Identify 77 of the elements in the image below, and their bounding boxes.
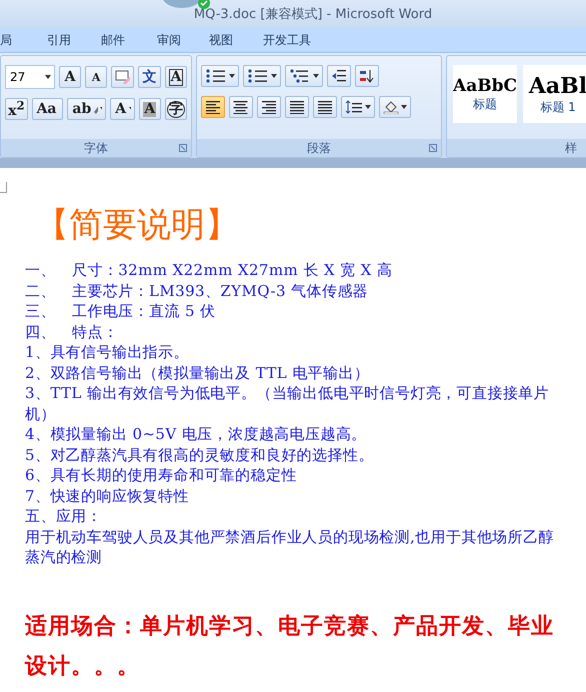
caret-icon xyxy=(313,74,319,78)
numbering-list-button[interactable] xyxy=(243,65,281,87)
align-icon xyxy=(317,100,333,114)
eraser-icon xyxy=(115,70,130,84)
grow-font-button[interactable]: A xyxy=(59,66,82,88)
list-item-text: 尺寸：32mm X22mm X27mm 长 X 宽 X 高 xyxy=(72,260,392,280)
font-size-field[interactable]: 27 xyxy=(5,65,56,89)
align-icon xyxy=(233,100,249,114)
multilevel-list-button[interactable] xyxy=(285,65,323,87)
ribbon-tab[interactable]: 视图 xyxy=(209,32,263,48)
line-spacing-icon xyxy=(345,100,363,114)
paragraph-text: 用于机动车驾驶人员及其他严禁酒后作业人员的现场检测,也用于其他场所乙醇蒸汽的检测 xyxy=(25,526,555,568)
dialog-launcher-icon[interactable] xyxy=(179,144,187,152)
style-gallery-item[interactable]: AaBbC 标题 xyxy=(453,65,517,123)
list-icon xyxy=(289,69,311,83)
align-icon xyxy=(289,100,305,114)
caret-icon xyxy=(229,74,235,78)
list-item-text: 工作电压：直流 5 伏 xyxy=(72,301,216,322)
group-label: 样 xyxy=(565,140,577,156)
paragraph-text: 3、TTL 输出有效信号为低电平。（当输出低电平时信号灯亮，可直接接单片机） xyxy=(25,383,550,424)
indent-icon xyxy=(331,69,347,83)
caret-icon xyxy=(271,74,277,78)
shading-button[interactable] xyxy=(379,96,411,118)
dialog-launcher-icon[interactable] xyxy=(429,144,437,152)
caret-icon xyxy=(45,75,52,79)
align-justify-button[interactable] xyxy=(285,96,309,118)
line-spacing-button[interactable] xyxy=(341,96,375,118)
group-label: 字体 xyxy=(84,140,108,156)
list-icon xyxy=(247,69,269,83)
paragraph-text: 7、快速的响应恢复特性 xyxy=(25,486,190,506)
highlight-button[interactable]: ab xyxy=(67,98,106,120)
window-title: MQ-3.doc [兼容模式] - Microsoft Word xyxy=(194,6,432,23)
bullet-list-button[interactable] xyxy=(201,65,239,87)
phonetic-guide-button[interactable]: 文 xyxy=(138,66,162,88)
marker-icon xyxy=(94,104,98,114)
align-distributed-button[interactable] xyxy=(313,96,337,118)
align-right-button[interactable] xyxy=(257,96,281,118)
change-case-button[interactable]: Aa xyxy=(32,98,64,120)
list-marker: 二、 xyxy=(25,280,57,301)
list-icon xyxy=(205,69,227,83)
paragraph-text: 5、对乙醇蒸汽具有很高的灵敏度和良好的选择性。 xyxy=(25,444,375,465)
clear-format-button[interactable] xyxy=(111,66,134,88)
decrease-indent-button[interactable] xyxy=(327,65,351,87)
paragraph-text: 2、双路信号输出（模拟量输出及 TTL 电平输出） xyxy=(25,362,370,383)
sort-icon xyxy=(359,69,375,83)
paragraph-text: 1、具有信号输出指示。 xyxy=(25,342,190,362)
list-marker: 一、 xyxy=(25,260,57,280)
list-item-text: 特点： xyxy=(72,322,118,342)
align-left-button[interactable] xyxy=(201,96,225,118)
ribbon-tab[interactable]: 开发工具 xyxy=(263,32,311,48)
font-color-button[interactable]: A xyxy=(110,98,135,120)
list-item-text: 主要芯片：LM393、ZYMQ-3 气体传感器 xyxy=(72,280,368,301)
ribbon-tab[interactable]: 引用 xyxy=(47,32,101,48)
paragraph-text: 4、模拟量输出 0~5V 电压，浓度越高电压越高。 xyxy=(25,424,368,444)
paragraph-text: 6、具有长期的使用寿命和可靠的稳定性 xyxy=(25,465,298,486)
paint-bucket-icon xyxy=(383,100,399,114)
character-border-button[interactable]: A xyxy=(165,66,188,88)
document-heading: 【简要说明】 xyxy=(35,204,240,247)
group-label: 段落 xyxy=(307,140,331,156)
ribbon-tab[interactable]: 审阅 xyxy=(157,32,209,48)
superscript-button[interactable]: x$^{2}$ xyxy=(5,98,28,120)
ribbon-tab[interactable]: 邮件 xyxy=(101,32,157,48)
align-center-button[interactable] xyxy=(229,96,253,118)
paragraph-text: 五、应用： xyxy=(25,506,103,526)
caret-icon xyxy=(365,105,371,109)
align-icon xyxy=(261,100,277,114)
align-icon xyxy=(205,100,221,114)
enclose-character-button[interactable]: 字 xyxy=(164,98,188,120)
ribbon-tab[interactable]: 局 xyxy=(0,32,47,48)
caret-icon xyxy=(401,105,407,109)
caret-icon xyxy=(129,107,131,111)
usage-note: 适用场合：单片机学习、电子竞赛、产品开发、毕业设计。。。 xyxy=(25,612,555,680)
list-marker: 四、 xyxy=(25,322,57,342)
list-marker: 三、 xyxy=(25,301,57,322)
shrink-font-button[interactable]: A xyxy=(85,66,108,88)
sort-button[interactable] xyxy=(355,65,379,87)
character-shading-button[interactable]: A xyxy=(138,98,161,120)
